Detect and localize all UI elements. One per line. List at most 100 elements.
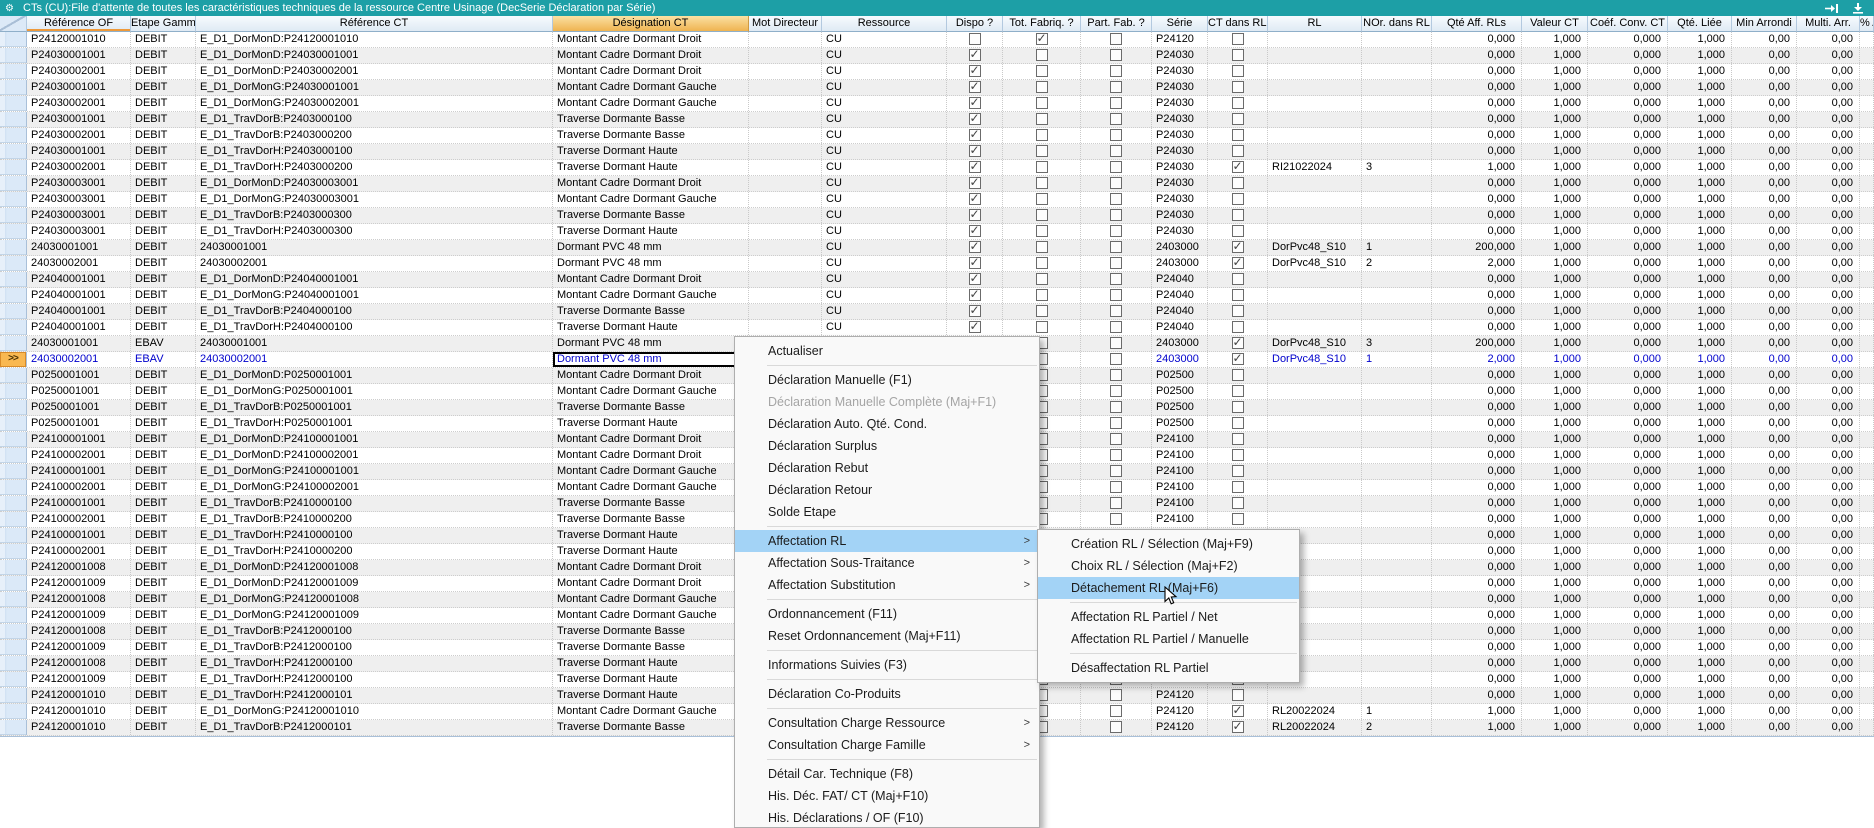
cell-ct[interactable]: E_D1_DorMonD:P24030001001 <box>196 48 553 63</box>
cell-cc[interactable]: 0,000 <box>1588 624 1668 639</box>
cell-eg[interactable]: DEBIT <box>131 432 196 447</box>
table-row[interactable]: P24030001001DEBITE_D1_TravDorH:P24030001… <box>0 144 1874 160</box>
cell-pa[interactable] <box>1860 496 1874 511</box>
cell-pa[interactable] <box>1860 96 1874 111</box>
cell-mu[interactable]: 0,00 <box>1797 352 1860 367</box>
cell-ma[interactable]: 0,00 <box>1732 336 1797 351</box>
cell-nor[interactable] <box>1362 32 1432 47</box>
cell-vc[interactable]: 1,000 <box>1522 352 1588 367</box>
cell-eg[interactable]: DEBIT <box>131 672 196 687</box>
table-row[interactable]: P24030001001DEBITE_D1_TravDorB:P24030001… <box>0 112 1874 128</box>
cell-mu[interactable]: 0,00 <box>1797 416 1860 431</box>
cell-pa[interactable] <box>1860 624 1874 639</box>
cell-pa[interactable] <box>1860 176 1874 191</box>
cell-pa[interactable] <box>1860 688 1874 703</box>
cell-mu[interactable]: 0,00 <box>1797 608 1860 623</box>
cell-vc[interactable]: 1,000 <box>1522 48 1588 63</box>
menu-item-ordonnancement-f11[interactable]: Ordonnancement (F11) <box>735 603 1039 625</box>
cell-nor[interactable] <box>1362 64 1432 79</box>
checkbox-ctrl[interactable] <box>1232 113 1244 125</box>
menu-item-affectation-rl[interactable]: Affectation RL> <box>735 530 1039 552</box>
cell-vc[interactable]: 1,000 <box>1522 224 1588 239</box>
menu-item-informations-suivies-f3[interactable]: Informations Suivies (F3) <box>735 654 1039 676</box>
checkbox-tot[interactable] <box>1036 273 1048 285</box>
cell-nor[interactable] <box>1362 224 1432 239</box>
col-header-tot[interactable]: Tot. Fabriq. ? <box>1003 16 1081 32</box>
cell-rl[interactable] <box>1268 128 1362 143</box>
cell-ct[interactable]: E_D1_TravDorB:P2403000100 <box>196 112 553 127</box>
cell-pa[interactable] <box>1860 240 1874 255</box>
cell-ma[interactable]: 0,00 <box>1732 464 1797 479</box>
cell-mu[interactable]: 0,00 <box>1797 480 1860 495</box>
menu-item-his-declarations-of-f10[interactable]: His. Déclarations / OF (F10) <box>735 807 1039 828</box>
row-marker-selected[interactable]: >> <box>0 352 27 367</box>
cell-serie[interactable]: P24030 <box>1152 112 1208 127</box>
cell-rl[interactable]: RL20022024 <box>1268 720 1362 735</box>
cell-cc[interactable]: 0,000 <box>1588 96 1668 111</box>
submenu-item-desaffectation-rl-partiel[interactable]: Désaffectation RL Partiel <box>1038 657 1299 679</box>
table-row[interactable]: P24040001001DEBITE_D1_TravDorB:P24040001… <box>0 304 1874 320</box>
cell-des[interactable]: Traverse Dormant Haute <box>553 528 749 543</box>
cell-ql[interactable]: 1,000 <box>1668 400 1732 415</box>
cell-of[interactable]: P24120001008 <box>27 656 131 671</box>
cell-vc[interactable]: 1,000 <box>1522 704 1588 719</box>
cell-pa[interactable] <box>1860 400 1874 415</box>
cell-ct[interactable]: E_D1_DorMonG:P24120001010 <box>196 704 553 719</box>
cell-ct[interactable]: E_D1_DorMonG:P24040001001 <box>196 288 553 303</box>
cell-mu[interactable]: 0,00 <box>1797 240 1860 255</box>
cell-qa[interactable]: 0,000 <box>1432 432 1522 447</box>
checkbox-part[interactable] <box>1110 161 1122 173</box>
cell-of[interactable]: 24030002001 <box>27 352 131 367</box>
cell-vc[interactable]: 1,000 <box>1522 592 1588 607</box>
checkbox-part[interactable] <box>1110 81 1122 93</box>
cell-ql[interactable]: 1,000 <box>1668 144 1732 159</box>
cell-ct[interactable]: E_D1_DorMonD:P24100001001 <box>196 432 553 447</box>
cell-des[interactable]: Traverse Dormante Basse <box>553 128 749 143</box>
cell-cc[interactable]: 0,000 <box>1588 144 1668 159</box>
cell-cc[interactable]: 0,000 <box>1588 224 1668 239</box>
cell-eg[interactable]: DEBIT <box>131 400 196 415</box>
cell-ql[interactable]: 1,000 <box>1668 128 1732 143</box>
cell-nor[interactable]: 3 <box>1362 336 1432 351</box>
cell-qa[interactable]: 0,000 <box>1432 112 1522 127</box>
checkbox-ctrl[interactable] <box>1232 33 1244 45</box>
row-marker[interactable] <box>0 384 27 399</box>
cell-vc[interactable]: 1,000 <box>1522 576 1588 591</box>
cell-ct[interactable]: E_D1_TravDorH:P2403000200 <box>196 160 553 175</box>
cell-des[interactable]: Traverse Dormante Basse <box>553 624 749 639</box>
checkbox-dispo[interactable] <box>969 177 981 189</box>
cell-nor[interactable] <box>1362 304 1432 319</box>
cell-ma[interactable]: 0,00 <box>1732 432 1797 447</box>
cell-rl[interactable] <box>1268 496 1362 511</box>
cell-eg[interactable]: DEBIT <box>131 528 196 543</box>
cell-mot[interactable] <box>749 144 822 159</box>
cell-serie[interactable]: P24100 <box>1152 464 1208 479</box>
cell-qa[interactable]: 0,000 <box>1432 480 1522 495</box>
cell-cc[interactable]: 0,000 <box>1588 512 1668 527</box>
menu-item-consultation-charge-ressource[interactable]: Consultation Charge Ressource> <box>735 712 1039 734</box>
cell-nor[interactable]: 1 <box>1362 240 1432 255</box>
cell-rl[interactable] <box>1268 416 1362 431</box>
cell-eg[interactable]: DEBIT <box>131 448 196 463</box>
cell-des[interactable]: Dormant PVC 48 mm <box>553 256 749 271</box>
cell-ma[interactable]: 0,00 <box>1732 272 1797 287</box>
cell-mu[interactable]: 0,00 <box>1797 448 1860 463</box>
cell-ct[interactable]: E_D1_TravDorB:P2412000100 <box>196 624 553 639</box>
cell-vc[interactable]: 1,000 <box>1522 64 1588 79</box>
cell-ma[interactable]: 0,00 <box>1732 256 1797 271</box>
cell-serie[interactable]: P02500 <box>1152 384 1208 399</box>
cell-nor[interactable] <box>1362 688 1432 703</box>
cell-rl[interactable] <box>1268 224 1362 239</box>
row-marker[interactable] <box>0 624 27 639</box>
checkbox-ctrl[interactable] <box>1232 433 1244 445</box>
cell-res[interactable]: CU <box>822 256 947 271</box>
cell-serie[interactable]: P24030 <box>1152 160 1208 175</box>
cell-serie[interactable]: P24040 <box>1152 320 1208 335</box>
cell-nor[interactable] <box>1362 640 1432 655</box>
cell-qa[interactable]: 0,000 <box>1432 512 1522 527</box>
cell-qa[interactable]: 0,000 <box>1432 592 1522 607</box>
checkbox-ctrl[interactable] <box>1232 481 1244 493</box>
cell-vc[interactable]: 1,000 <box>1522 176 1588 191</box>
cell-vc[interactable]: 1,000 <box>1522 720 1588 735</box>
cell-rl[interactable]: DorPvc48_S10 <box>1268 240 1362 255</box>
